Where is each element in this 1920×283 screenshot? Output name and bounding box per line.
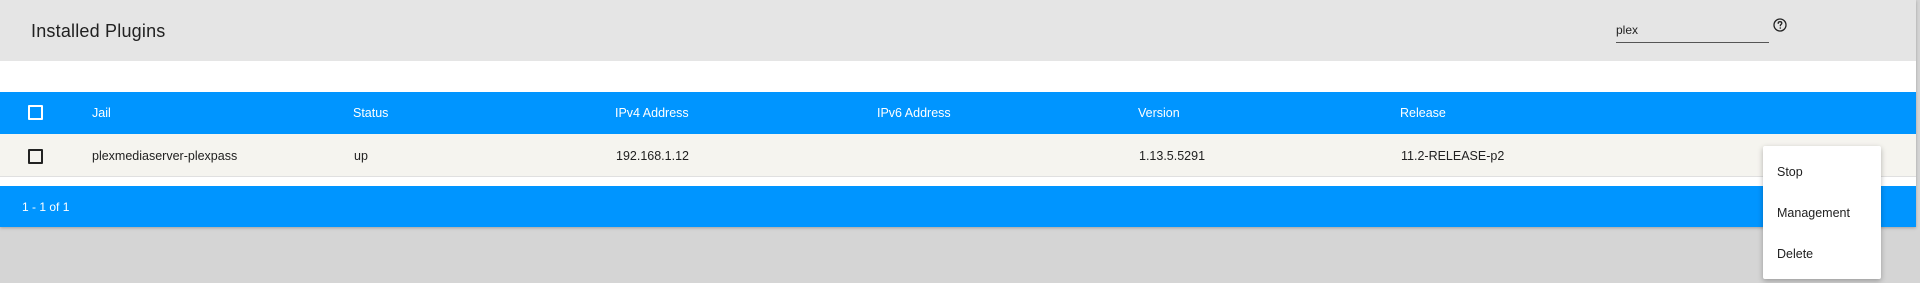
column-header-release[interactable]: Release	[1400, 106, 1446, 120]
cell-jail: plexmediaserver-plexpass	[92, 149, 238, 163]
page-title: Installed Plugins	[31, 21, 166, 41]
cell-status: up	[354, 149, 368, 163]
table-row[interactable]: plexmediaserver-plexpass up 192.168.1.12…	[0, 134, 1916, 177]
cell-ipv4: 192.168.1.12	[616, 149, 689, 163]
menu-item-delete[interactable]: Delete	[1763, 234, 1881, 274]
cell-release: 11.2-RELEASE-p2	[1401, 149, 1505, 163]
cell-version: 1.13.5.5291	[1139, 149, 1206, 163]
column-header-version[interactable]: Version	[1138, 106, 1180, 120]
select-all-checkbox[interactable]	[28, 105, 43, 120]
column-header-status[interactable]: Status	[353, 106, 388, 120]
pagination-range: 1 - 1 of 1	[22, 200, 70, 214]
search-input[interactable]	[1616, 20, 1769, 43]
table-footer: 1 - 1 of 1	[0, 186, 1916, 227]
column-header-ipv6[interactable]: IPv6 Address	[877, 106, 951, 120]
help-circle-icon[interactable]	[1773, 18, 1787, 32]
row-actions-menu: Stop Management Delete	[1763, 146, 1881, 279]
plugins-card: Installed Plugins Jail Status IPv4 Addre…	[0, 0, 1916, 227]
menu-item-stop[interactable]: Stop	[1763, 152, 1881, 192]
menu-item-management[interactable]: Management	[1763, 193, 1881, 233]
row-checkbox[interactable]	[28, 149, 43, 164]
card-header: Installed Plugins	[0, 0, 1916, 61]
column-header-ipv4[interactable]: IPv4 Address	[615, 106, 689, 120]
column-header-jail[interactable]: Jail	[92, 106, 111, 120]
table-header-row: Jail Status IPv4 Address IPv6 Address Ve…	[0, 92, 1916, 134]
